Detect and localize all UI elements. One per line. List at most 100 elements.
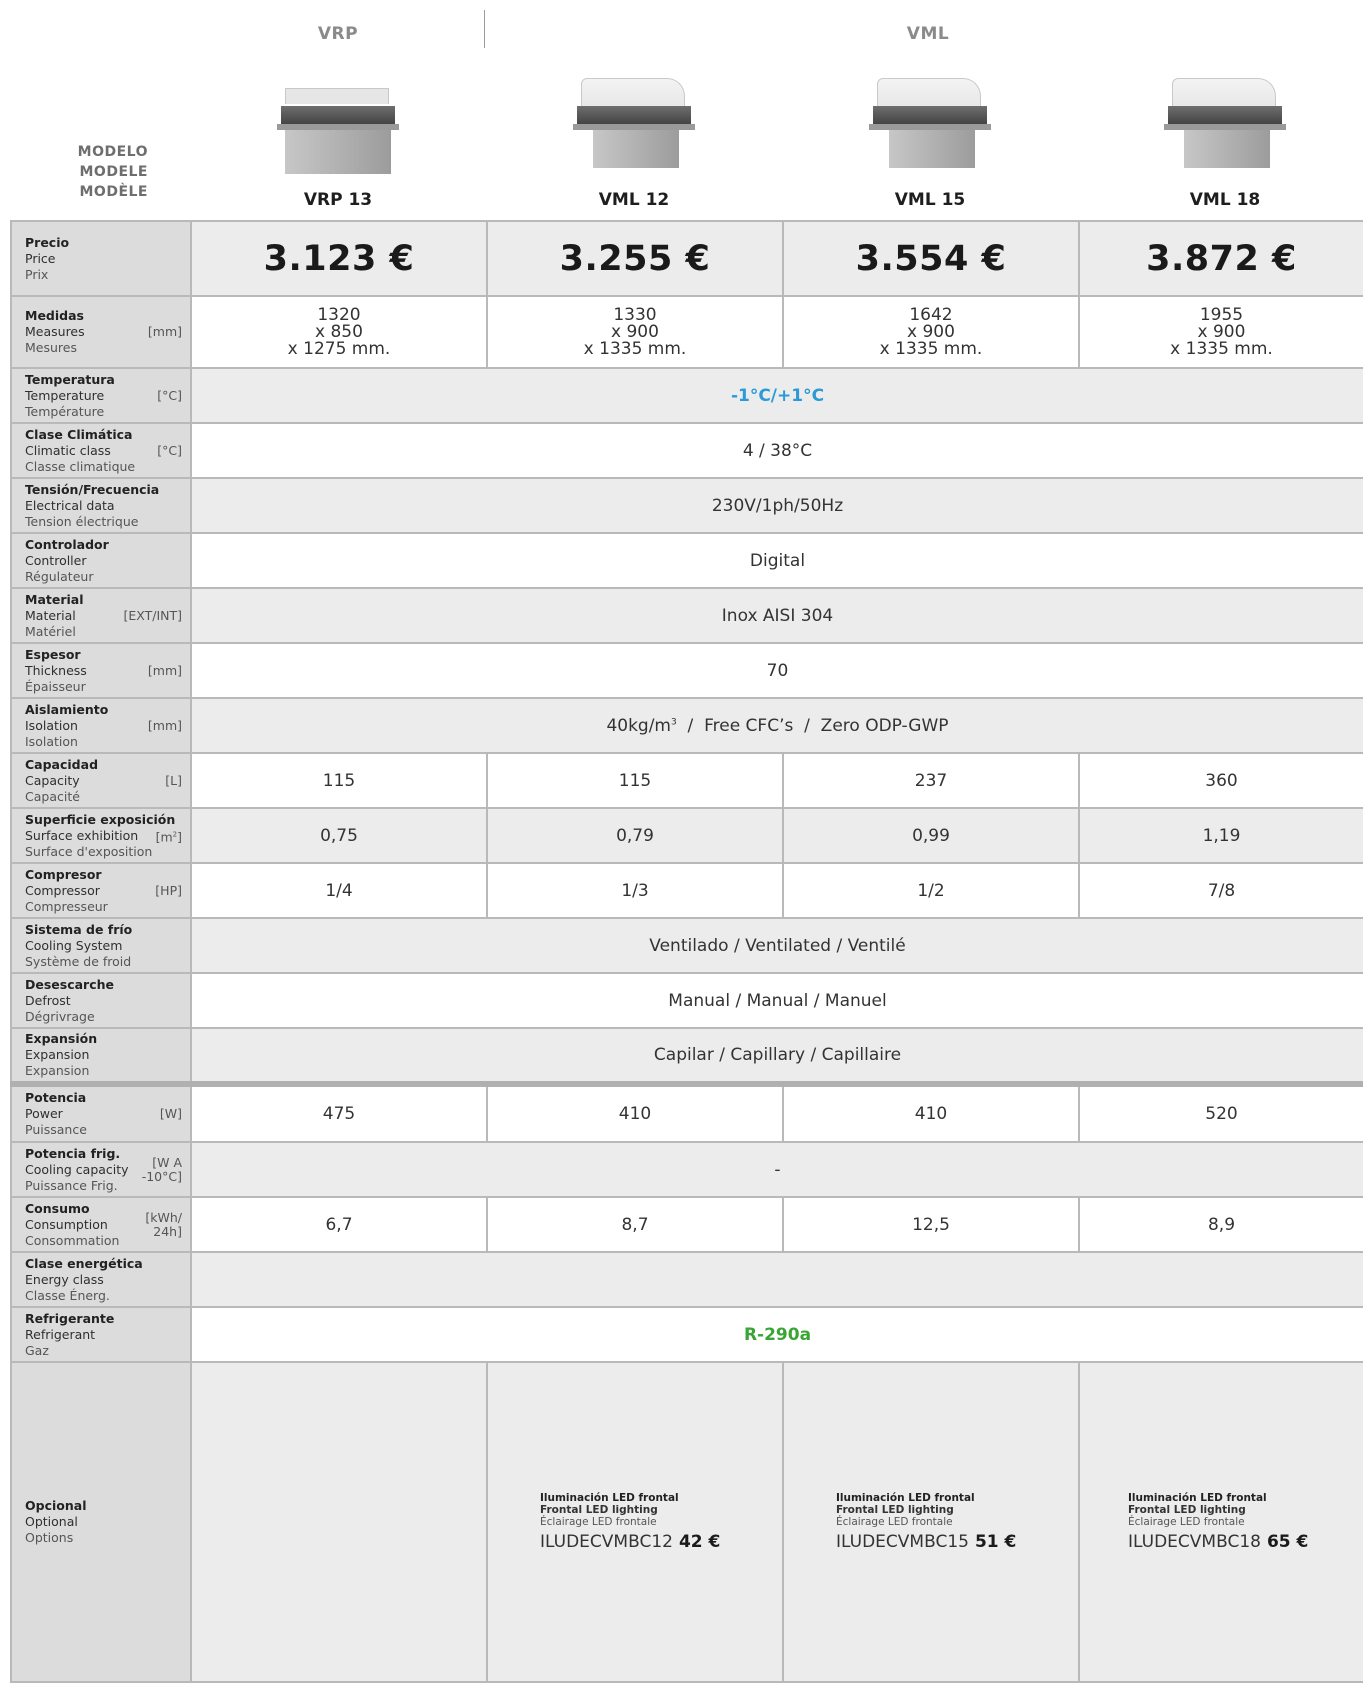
row-material: Material Material Matériel [EXT/INT] Inox … <box>10 587 1363 644</box>
option-code: ILUDECVMBC12 <box>540 1532 673 1552</box>
row-label: Clase energética Energy class Classe Énerg… <box>10 1251 192 1308</box>
measures-cell: 1955 x 900 x 1335 mm. <box>1078 295 1363 369</box>
value-cell: 230V/1ph/50Hz <box>190 477 1363 534</box>
family-label-vrp: VRP <box>317 24 359 44</box>
value-cell: 410 <box>486 1081 784 1143</box>
model-name: VRP 13 <box>303 190 373 210</box>
value-cell <box>190 1251 1363 1308</box>
value-cell: 1/2 <box>782 862 1080 919</box>
value-cell: 360 <box>1078 752 1363 809</box>
row-tension: Tensión/Frecuencia Electrical data Tension… <box>10 477 1363 534</box>
row-controlador: Controlador Controller Régulateur Digital <box>10 532 1363 589</box>
value-cell: 1/4 <box>190 862 488 919</box>
modelo-label-es: MODELO <box>77 144 148 160</box>
value-cell: 115 <box>190 752 488 809</box>
option-price: 51 € <box>974 1532 1017 1552</box>
model-name: VML 12 <box>598 190 670 210</box>
value-cell: 0,99 <box>782 807 1080 864</box>
row-label: Refrigerante Refrigerant Gaz <box>10 1306 192 1363</box>
value-cell: 4 / 38°C <box>190 422 1363 479</box>
value-cell: 0,79 <box>486 807 784 864</box>
row-opcional: Opcional Optional Options Iluminación LED … <box>10 1361 1363 1683</box>
row-label: Superficie exposición Surface exhibition S… <box>10 807 192 864</box>
row-temperatura: Temperatura Temperature Température [°C] -… <box>10 367 1363 424</box>
row-label: Tensión/Frecuencia Electrical data Tension… <box>10 477 192 534</box>
price-cell: 3.872 € <box>1078 220 1363 297</box>
product-image <box>571 70 697 180</box>
row-label: Material Material Matériel [EXT/INT] <box>10 587 192 644</box>
value-cell: Capilar / Capillary / Capillaire <box>190 1027 1363 1085</box>
refrigerant-value: R-290a <box>743 1324 812 1345</box>
option-cell-empty <box>190 1361 488 1683</box>
modelo-label-en: MODELE <box>79 164 148 180</box>
family-label-vml: VML <box>906 24 950 44</box>
option-led-lighting: Iluminación LED frontal Frontal LED ligh… <box>540 1492 721 1552</box>
row-label: Sistema de frío Cooling System Système de … <box>10 917 192 974</box>
row-label: Controlador Controller Régulateur <box>10 532 192 589</box>
product-image <box>1162 70 1288 180</box>
row-superficie: Superficie exposición Surface exhibition S… <box>10 807 1363 864</box>
row-label: Opcional Optional Options <box>10 1361 192 1683</box>
value-cell: 1/3 <box>486 862 784 919</box>
row-label: Temperatura Temperature Température [°C] <box>10 367 192 424</box>
row-label: Clase Climática Climatic class Classe clim… <box>10 422 192 479</box>
value-cell: 12,5 <box>782 1196 1080 1253</box>
product-vml18: VML 18 <box>1077 70 1363 210</box>
value-cell: 70 <box>190 642 1363 699</box>
row-desescarche: Desescarche Defrost Dégrivrage Manual / Ma… <box>10 972 1363 1029</box>
product-vrp13: VRP 13 <box>190 70 486 210</box>
row-capacidad: Capacidad Capacity Capacité [L] 115 115 23… <box>10 752 1363 809</box>
row-medidas: Medidas Measures Mesures [mm] 1320 x 850 x 1… <box>10 295 1363 369</box>
price-cell: 3.123 € <box>190 220 488 297</box>
row-label: Potencia frig. Cooling capacity Puissance … <box>10 1141 192 1198</box>
row-potencia: Potencia Power Puissance [W] 475 410 410 5… <box>10 1081 1363 1143</box>
product-image <box>867 70 993 180</box>
price-cell: 3.554 € <box>782 220 1080 297</box>
row-precio: Precio Price Prix 3.123 € 3.255 € 3.554 € … <box>10 220 1363 297</box>
value-cell: Digital <box>190 532 1363 589</box>
product-vml15: VML 15 <box>782 70 1078 210</box>
product-image <box>275 70 401 180</box>
value-cell: Manual / Manual / Manuel <box>190 972 1363 1029</box>
option-code: ILUDECVMBC18 <box>1128 1532 1261 1552</box>
value-cell: R-290a <box>190 1306 1363 1363</box>
value-cell: 115 <box>486 752 784 809</box>
value-cell: 7/8 <box>1078 862 1363 919</box>
row-sistema: Sistema de frío Cooling System Système de … <box>10 917 1363 974</box>
value-cell: 410 <box>782 1081 1080 1143</box>
option-cell: Iluminación LED frontal Frontal LED ligh… <box>1078 1361 1363 1683</box>
spec-table: Precio Price Prix 3.123 € 3.255 € 3.554 € … <box>10 220 1363 1683</box>
product-header: VRP VML MODELO MODELE MODÈLE VRP 13 VML … <box>0 0 1363 220</box>
value-cell: 40kg/m3 / Free CFC’s / Zero ODP-GWP <box>190 697 1363 754</box>
row-label: Consumo Consumption Consommation [kWh/24h] <box>10 1196 192 1253</box>
option-led-lighting: Iluminación LED frontal Frontal LED ligh… <box>1128 1492 1309 1552</box>
row-clase-climatica: Clase Climática Climatic class Classe clim… <box>10 422 1363 479</box>
model-row-label: MODELO MODELE MODÈLE <box>0 142 148 202</box>
row-label: Compresor Compressor Compresseur [HP] <box>10 862 192 919</box>
price-cell: 3.255 € <box>486 220 784 297</box>
modelo-label-fr: MODÈLE <box>79 184 148 200</box>
value-cell: -1°C/+1°C <box>190 367 1363 424</box>
family-divider <box>484 10 485 48</box>
row-compresor: Compresor Compressor Compresseur [HP] 1/4 … <box>10 862 1363 919</box>
temperature-value: -1°C/+1°C <box>730 385 825 406</box>
row-label: Capacidad Capacity Capacité [L] <box>10 752 192 809</box>
option-led-lighting: Iluminación LED frontal Frontal LED ligh… <box>836 1492 1017 1552</box>
row-expansion: Expansión Expansion Expansion Capilar / Ca… <box>10 1027 1363 1085</box>
row-label: Medidas Measures Mesures [mm] <box>10 295 192 369</box>
measures-cell: 1330 x 900 x 1335 mm. <box>486 295 784 369</box>
option-code: ILUDECVMBC15 <box>836 1532 969 1552</box>
value-cell: 0,75 <box>190 807 488 864</box>
value-cell: 475 <box>190 1081 488 1143</box>
value-cell: 6,7 <box>190 1196 488 1253</box>
row-espesor: Espesor Thickness Épaisseur [mm] 70 <box>10 642 1363 699</box>
model-name: VML 15 <box>894 190 966 210</box>
value-cell: 237 <box>782 752 1080 809</box>
row-label: Potencia Power Puissance [W] <box>10 1081 192 1143</box>
value-cell: - <box>190 1141 1363 1198</box>
option-price: 42 € <box>678 1532 721 1552</box>
row-potencia-frig: Potencia frig. Cooling capacity Puissance … <box>10 1141 1363 1198</box>
measures-cell: 1642 x 900 x 1335 mm. <box>782 295 1080 369</box>
unit-label: [m2] <box>155 829 182 845</box>
value-cell: Ventilado / Ventilated / Ventilé <box>190 917 1363 974</box>
